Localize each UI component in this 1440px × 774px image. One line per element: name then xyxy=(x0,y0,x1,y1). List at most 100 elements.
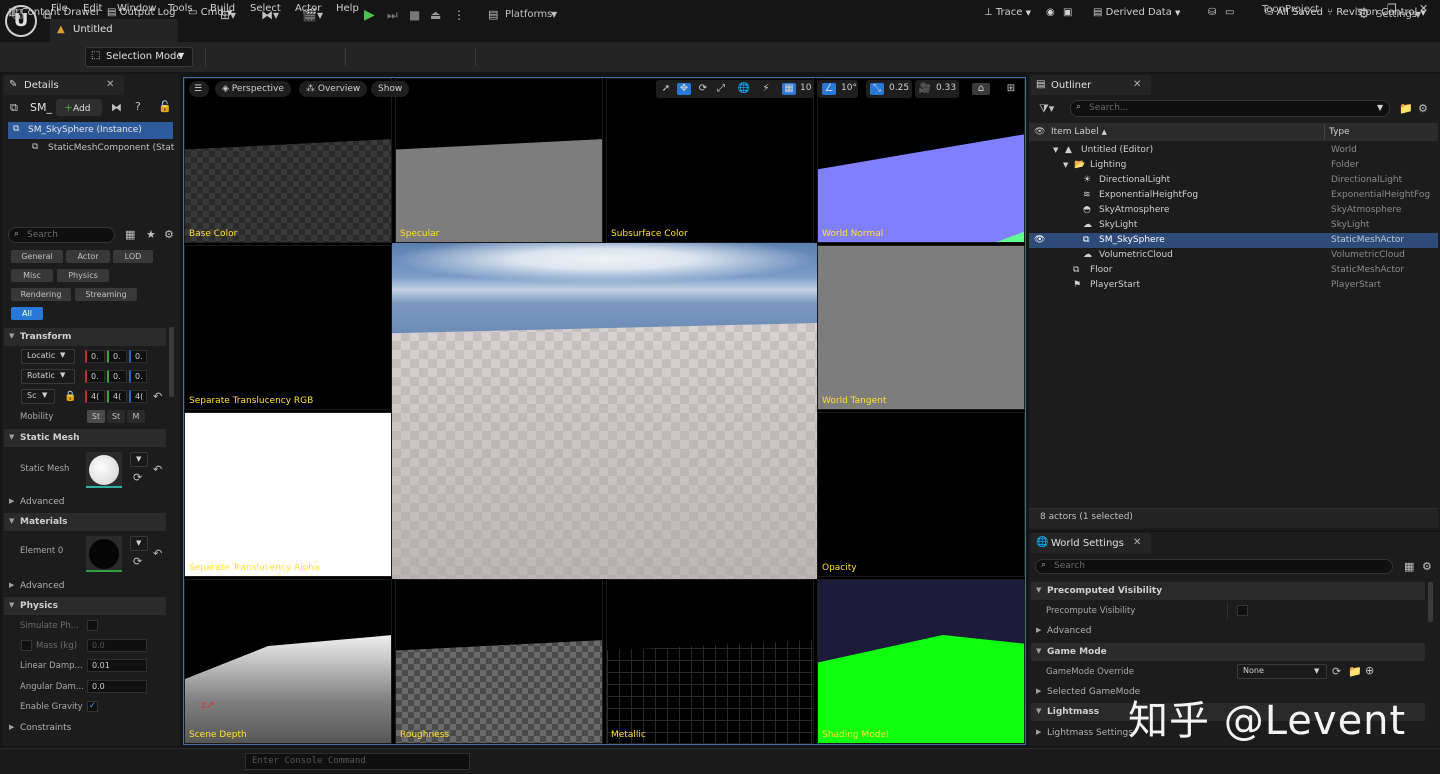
document-tab[interactable]: ▲ Untitled xyxy=(50,19,178,42)
content-drawer-button[interactable]: ▥ Content Drawer xyxy=(8,7,100,18)
settings-gear-icon[interactable]: ⚙ xyxy=(1422,560,1432,573)
viewport-cell-roughness[interactable]: Roughness xyxy=(395,579,603,744)
static-mesh-thumbnail[interactable] xyxy=(86,452,122,488)
precompute-visibility-checkbox[interactable] xyxy=(1237,605,1248,616)
add-component-button[interactable]: ＋Add xyxy=(56,99,102,116)
close-tab-icon[interactable]: ✕ xyxy=(106,79,114,90)
help-icon[interactable]: ? xyxy=(135,100,141,113)
show-button[interactable]: Show xyxy=(371,81,410,97)
rotation-dropdown[interactable]: Rotatic ▼ xyxy=(21,369,75,384)
viewport-cell-sep-translucency-alpha[interactable]: Separate Translucency Alpha xyxy=(184,412,392,577)
reset-arrow-icon[interactable]: ↶ xyxy=(153,463,162,476)
outliner-row-sky-atmosphere[interactable]: ◓ SkyAtmosphere SkyAtmosphere xyxy=(1029,203,1438,218)
category-physics[interactable]: Physics xyxy=(57,269,109,282)
scale-snap-value[interactable]: 0.25 xyxy=(889,83,909,93)
platforms-icon[interactable]: ▤ xyxy=(488,6,498,24)
viewport-cell-subsurface[interactable]: Subsurface Color xyxy=(606,78,814,243)
close-tab-icon[interactable]: ✕ xyxy=(1133,537,1141,548)
outliner-row-lighting[interactable]: ▼ 📂 Lighting Folder xyxy=(1029,158,1438,173)
scale-tool-icon[interactable]: ⤢ xyxy=(714,83,728,95)
location-y-field[interactable]: 0. xyxy=(107,350,127,363)
details-search-input[interactable]: ⌕ Search xyxy=(8,227,115,243)
scale-snap-icon[interactable]: ⤡ xyxy=(870,83,884,95)
mobility-stationary[interactable]: St xyxy=(107,410,125,423)
expand-arrow-icon[interactable]: ▼ xyxy=(1063,158,1068,173)
transform-section-header[interactable]: Transform xyxy=(4,328,166,346)
add-circle-icon[interactable]: ⊕ xyxy=(1365,664,1374,677)
viewport-cell-sep-translucency-rgb[interactable]: Separate Translucency RGB xyxy=(184,245,392,410)
type-column-header[interactable]: Type xyxy=(1329,127,1350,137)
outliner-row-sm-skysphere[interactable]: 👁 ⧉ SM_SkySphere StaticMeshActor xyxy=(1029,233,1438,248)
settings-gear-icon[interactable]: ⚙ xyxy=(164,228,174,241)
platforms-button[interactable]: Platforms xyxy=(505,6,552,24)
play-icon[interactable]: ▶ xyxy=(364,6,375,24)
category-all[interactable]: All xyxy=(11,307,43,320)
mobility-movable[interactable]: M xyxy=(127,410,145,423)
viewport-cell-scene-depth[interactable]: z↗ Scene Depth xyxy=(184,579,392,744)
component-tree-item[interactable]: ⧉ StaticMeshComponent (Static xyxy=(30,141,175,156)
category-lod[interactable]: LOD xyxy=(113,250,153,263)
filter-icon[interactable]: ⧩▾ xyxy=(1039,102,1054,116)
trace-dropdown[interactable]: ⊥ Trace ▼ xyxy=(984,7,1031,18)
details-tab[interactable]: ✎ Details ✕ xyxy=(4,75,124,95)
level-viewport[interactable]: Base Color Specular Subsurface Color Wor… xyxy=(183,77,1026,745)
maximize-viewport-icon[interactable]: ⊞ xyxy=(1004,83,1018,95)
camera-speed-value[interactable]: 0.33 xyxy=(936,83,956,93)
outliner-row-floor[interactable]: ⧉ Floor StaticMeshActor xyxy=(1029,263,1438,278)
record-icon[interactable]: ◉ xyxy=(1046,7,1055,18)
browse-asset-icon[interactable]: ⟳ xyxy=(133,555,142,568)
viewport-cell-specular[interactable]: Specular xyxy=(395,78,603,243)
game-mode-header[interactable]: Game Mode xyxy=(1031,643,1425,661)
category-misc[interactable]: Misc xyxy=(11,269,53,282)
outliner-row-world[interactable]: ▼ ▲ Untitled (Editor) World xyxy=(1029,143,1438,158)
notifications-icon[interactable]: ▭ xyxy=(1225,7,1234,18)
scale-z-field[interactable]: 4( xyxy=(129,390,147,403)
outliner-search-input[interactable]: ⌕ Search... ▼ xyxy=(1070,100,1390,117)
eject-icon[interactable]: ⏏ xyxy=(430,6,441,24)
selection-mode-dropdown[interactable]: ⬚ Selection Mode ▼ xyxy=(85,47,193,67)
category-streaming[interactable]: Streaming xyxy=(75,288,137,301)
rotation-x-field[interactable]: 0. xyxy=(85,370,105,383)
outliner-tab[interactable]: ▤ Outliner ✕ xyxy=(1031,75,1151,95)
camera-speed-icon[interactable]: 🎥 xyxy=(918,83,932,95)
cinematics-icon[interactable]: 🎬▾ xyxy=(302,6,323,24)
favorite-star-icon[interactable]: ★ xyxy=(146,228,156,241)
expand-arrow-icon[interactable]: ▼ xyxy=(1053,143,1058,158)
reset-arrow-icon[interactable]: ↶ xyxy=(153,547,162,560)
static-mesh-section-header[interactable]: Static Mesh xyxy=(4,429,166,447)
browse-asset-icon[interactable]: ⟳ xyxy=(1332,665,1341,678)
blueprint-icon[interactable]: ⧓ xyxy=(111,101,122,114)
mass-field[interactable]: 0.0 xyxy=(87,639,147,652)
physics-section-header[interactable]: Physics xyxy=(4,597,166,615)
settings-gear-icon[interactable]: ⚙ xyxy=(1418,102,1428,115)
materials-advanced[interactable]: Advanced xyxy=(4,577,166,595)
visibility-eye-icon[interactable]: 👁 xyxy=(1034,233,1045,248)
column-divider[interactable] xyxy=(1324,124,1325,140)
world-settings-search-input[interactable]: ⌕ Search xyxy=(1035,559,1393,574)
source-control-icon[interactable]: ⛁ xyxy=(1208,7,1216,18)
scale-y-field[interactable]: 4( xyxy=(107,390,127,403)
overview-button[interactable]: ⁂ Overview xyxy=(299,81,368,97)
linear-damping-field[interactable]: 0.01 xyxy=(87,659,147,672)
world-space-icon[interactable]: 🌐 xyxy=(737,83,751,95)
rotation-y-field[interactable]: 0. xyxy=(107,370,127,383)
select-tool-icon[interactable]: ➚ xyxy=(659,83,673,95)
viewport-cell-metallic[interactable]: Metallic xyxy=(606,579,814,744)
viewport-layout-icon[interactable]: ⌂ xyxy=(972,83,990,95)
derived-data-button[interactable]: ▤ Derived Data ▼ xyxy=(1093,7,1180,18)
static-mesh-advanced[interactable]: Advanced xyxy=(4,493,166,511)
precomputed-advanced[interactable]: Advanced xyxy=(1031,622,1425,640)
cmd-dropdown[interactable]: ▭ Cmd ▼ xyxy=(188,7,232,18)
enable-gravity-checkbox[interactable]: ✓ xyxy=(87,701,98,712)
table-view-icon[interactable]: ▦ xyxy=(1404,560,1414,573)
outliner-row-height-fog[interactable]: ≋ ExponentialHeightFog ExponentialHeightFo… xyxy=(1029,188,1438,203)
gamemode-override-dropdown[interactable]: None ▼ xyxy=(1237,664,1327,679)
console-command-input[interactable]: Enter Console Command xyxy=(245,753,470,770)
constraints-section-header[interactable]: Constraints xyxy=(4,719,166,737)
more-options-icon[interactable]: ⋮ xyxy=(453,6,465,24)
viewport-cell-opacity[interactable]: Opacity xyxy=(817,412,1025,577)
component-tree-root[interactable]: ⧉ SM_SkySphere (Instance) xyxy=(8,122,173,139)
category-actor[interactable]: Actor xyxy=(66,250,110,263)
category-general[interactable]: General xyxy=(11,250,63,263)
close-tab-icon[interactable]: ✕ xyxy=(1133,79,1141,90)
